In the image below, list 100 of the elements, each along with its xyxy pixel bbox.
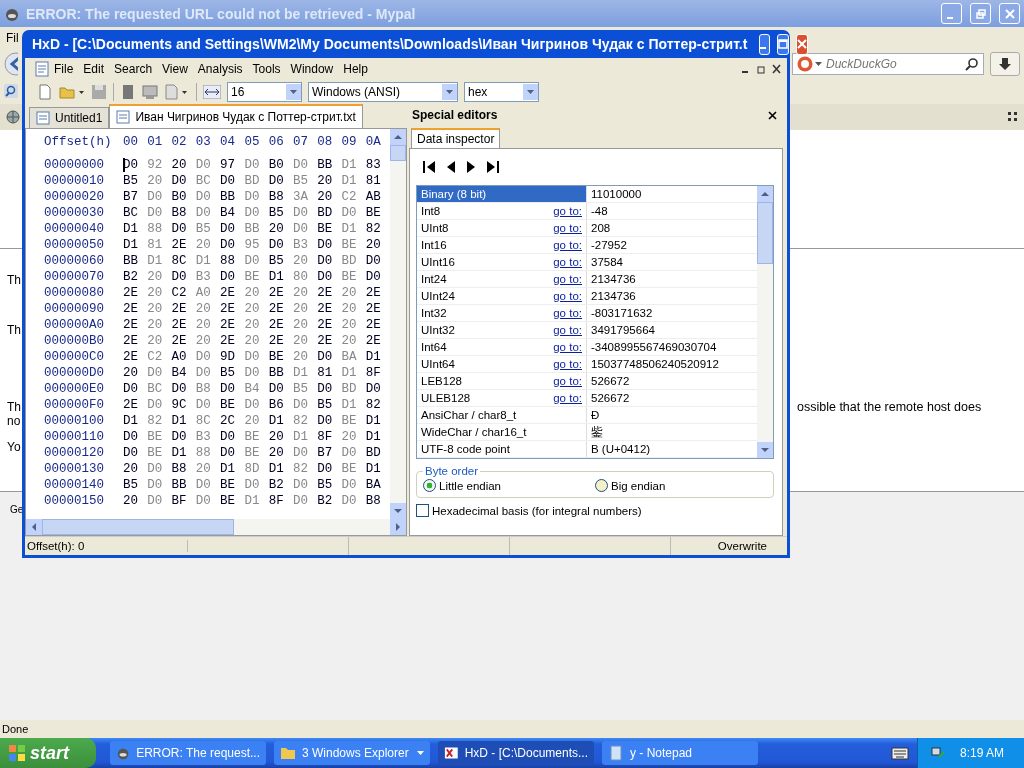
go-to-link[interactable]: go to: [553, 222, 582, 234]
byte-cell[interactable]: D0 [220, 238, 245, 252]
byte-cell[interactable]: BD [341, 382, 366, 396]
byte-cell[interactable]: BE [341, 238, 366, 252]
taskbar-button[interactable]: HxD - [C:\Documents... [438, 741, 594, 765]
byte-cell[interactable]: 20 [268, 446, 293, 460]
field-label[interactable]: Int24 go to: [417, 271, 587, 287]
field-label[interactable]: Int8 go to: [417, 203, 587, 219]
byte-cell[interactable]: D0 [365, 254, 390, 268]
value-cell[interactable]: 208 [587, 220, 757, 236]
byte-cell[interactable]: 20 [341, 430, 366, 444]
byte-cell[interactable]: B2 [122, 270, 148, 284]
byte-cell[interactable]: D0 [220, 382, 245, 396]
byte-cell[interactable]: B8 [268, 190, 293, 204]
field-label[interactable]: WideChar / char16_t [417, 424, 587, 440]
byte-cell[interactable]: D1 [365, 350, 390, 364]
byte-cell[interactable]: D0 [171, 430, 196, 444]
byte-cell[interactable]: 20 [244, 286, 269, 300]
byte-cell[interactable]: BE [147, 446, 172, 460]
restore-button[interactable] [970, 3, 991, 24]
go-to-link[interactable]: go to: [553, 358, 582, 370]
byte-cell[interactable]: B8 [171, 206, 196, 220]
scroll-thumb[interactable] [757, 202, 773, 264]
byte-cell[interactable]: B5 [317, 398, 342, 412]
byte-cell[interactable]: D0 [195, 158, 221, 172]
scrollbar[interactable] [390, 129, 406, 519]
byte-cell[interactable]: BB [317, 158, 342, 172]
byte-cell[interactable]: 82 [292, 414, 318, 428]
go-to-link[interactable]: go to: [553, 273, 582, 285]
download-button[interactable] [990, 51, 1020, 76]
byte-cell[interactable]: 82 [365, 398, 390, 412]
byte-cell[interactable]: D1 [122, 222, 148, 236]
menu-item[interactable]: Edit [78, 62, 110, 76]
caret-icon[interactable] [417, 751, 424, 755]
byte-cell[interactable]: D1 [292, 366, 318, 380]
scroll-right-icon[interactable] [390, 519, 406, 535]
byte-cell[interactable]: 20 [341, 302, 366, 316]
back-button[interactable] [4, 51, 18, 76]
byte-cell[interactable]: 20 [292, 334, 318, 348]
byte-cell[interactable]: 2E [122, 398, 148, 412]
last-icon[interactable] [486, 161, 500, 173]
byte-cell[interactable]: D0 [244, 158, 269, 172]
byte-cell[interactable]: B4 [220, 206, 245, 220]
byte-cell[interactable]: D0 [171, 382, 196, 396]
byte-cell[interactable]: D1 [122, 414, 148, 428]
computer-icon[interactable] [142, 84, 158, 100]
byte-cell[interactable]: D1 [365, 414, 390, 428]
byte-cell[interactable]: 2E [171, 238, 196, 252]
byte-cell[interactable]: BE [268, 350, 293, 364]
menu-item[interactable]: View [157, 62, 193, 76]
byte-cell[interactable]: 2E [317, 334, 342, 348]
byte-cell[interactable]: D1 [171, 446, 196, 460]
byte-cell[interactable]: D1 [268, 270, 293, 284]
field-label[interactable]: Int32 go to: [417, 305, 587, 321]
value-cell[interactable]: -803171632 [587, 305, 757, 321]
byte-cell[interactable]: 20 [147, 334, 172, 348]
byte-cell[interactable]: 88 [220, 254, 245, 268]
byte-cell[interactable]: D1 [341, 222, 366, 236]
byte-cell[interactable]: D0 [292, 398, 318, 412]
taskbar-button[interactable]: 3 Windows Explorer [274, 741, 430, 765]
close-button[interactable] [999, 3, 1020, 24]
byte-cell[interactable]: D0 [341, 446, 366, 460]
byte-cell[interactable]: D0 [365, 382, 390, 396]
byte-cell[interactable]: 2E [268, 318, 293, 332]
scrollbar[interactable] [26, 519, 406, 535]
byte-cell[interactable]: B2 [317, 494, 342, 508]
byte-cell[interactable]: BC [195, 174, 221, 188]
byte-cell[interactable]: BE [341, 462, 366, 476]
scroll-up-icon[interactable] [757, 186, 773, 202]
byte-cell[interactable]: BE [220, 478, 245, 492]
value-cell[interactable]: 526672 [587, 390, 757, 406]
byte-cell[interactable]: C2 [341, 190, 366, 204]
child-window-controls-icon[interactable] [741, 64, 781, 74]
byte-cell[interactable]: D0 [220, 430, 245, 444]
minimize-button[interactable] [759, 33, 771, 55]
go-to-link[interactable]: go to: [553, 392, 582, 404]
byte-cell[interactable]: D1 [341, 398, 366, 412]
byte-cell[interactable]: 2E [171, 334, 196, 348]
byte-cell[interactable]: D0 [244, 350, 269, 364]
scroll-left-icon[interactable] [26, 519, 42, 535]
byte-cell[interactable]: BE [341, 270, 366, 284]
field-label[interactable]: Int16 go to: [417, 237, 587, 253]
byte-cell[interactable]: D0 [220, 270, 245, 284]
byte-cell[interactable]: 2E [220, 318, 245, 332]
byte-cell[interactable]: B3 [292, 238, 318, 252]
byte-cell[interactable]: D1 [365, 430, 390, 444]
byte-cell[interactable]: 20 [268, 222, 293, 236]
checkbox[interactable] [416, 504, 429, 517]
value-cell[interactable]: 37584 [587, 254, 757, 270]
byte-cell[interactable]: BF [171, 494, 196, 508]
field-label[interactable]: UTF-8 code point [417, 441, 587, 457]
byte-cell[interactable]: 2E [122, 318, 148, 332]
search-field[interactable]: DuckDuckGo [792, 52, 984, 75]
byte-cell[interactable]: 8F [317, 430, 342, 444]
previous-icon[interactable] [446, 161, 456, 173]
byte-cell[interactable]: B5 [220, 366, 245, 380]
byte-cell[interactable]: D1 [268, 462, 293, 476]
close-button[interactable] [796, 33, 809, 55]
byte-cell[interactable]: D0 [171, 222, 196, 236]
byte-cell[interactable]: B5 [268, 254, 293, 268]
